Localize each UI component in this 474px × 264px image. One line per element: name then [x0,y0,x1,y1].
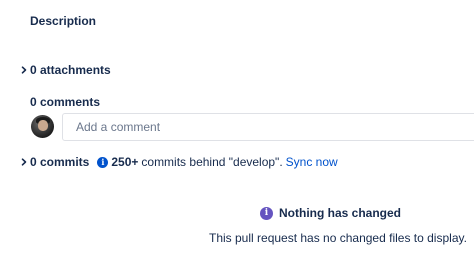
comments-heading: 0 comments [30,95,101,109]
commits-toggle[interactable]: 0 commits i 250+ commits behind "develop… [18,155,338,169]
attachments-label: 0 attachments [30,63,111,77]
empty-state-heading: i Nothing has changed [260,206,401,220]
info-icon: i [97,156,109,168]
commits-behind-count: 250+ [111,155,139,169]
avatar [31,115,54,138]
sync-now-link[interactable]: Sync now [286,155,338,169]
info-icon: i [260,206,273,220]
add-comment-input[interactable]: Add a comment [62,113,474,141]
empty-state-message: This pull request has no changed files t… [209,231,467,245]
empty-state-title: Nothing has changed [279,206,402,220]
pull-request-overview: Description 0 attachments 0 comments Add… [0,0,474,264]
commits-label: 0 commits [30,155,90,169]
description-heading: Description [30,14,97,28]
attachments-toggle[interactable]: 0 attachments [18,63,111,77]
chevron-right-icon [18,158,30,166]
chevron-right-icon [18,66,30,74]
commits-behind-text: commits behind "develop". [141,155,283,169]
